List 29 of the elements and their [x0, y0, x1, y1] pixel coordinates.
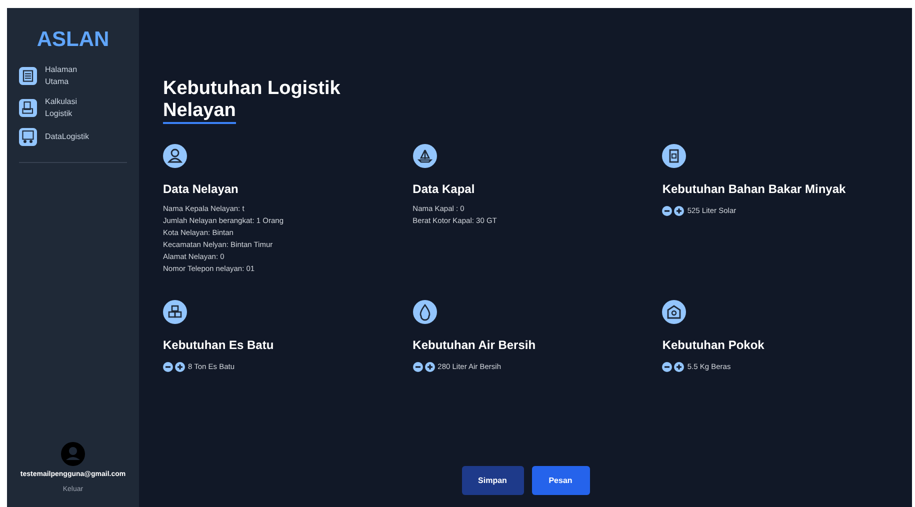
page-title-highlight: Nelayan: [163, 100, 236, 124]
fuel-can-icon: [662, 144, 686, 168]
ice-cubes-icon: [163, 300, 187, 324]
minus-icon[interactable]: [412, 362, 423, 372]
avatar-icon: [61, 442, 85, 466]
minus-icon[interactable]: [662, 206, 672, 216]
sidebar-item[interactable]: Halaman Utama: [19, 64, 127, 88]
plus-icon[interactable]: [674, 362, 684, 372]
plus-icon[interactable]: [175, 362, 185, 372]
sidebar-item[interactable]: Kalkulasi Logistik: [19, 96, 127, 120]
card-title: Kebutuhan Es Batu: [163, 337, 275, 354]
page-title: Kebutuhan Logistik: [163, 78, 342, 100]
boat-icon: [412, 144, 437, 168]
action-button[interactable]: Simpan: [462, 466, 524, 495]
plus-icon[interactable]: [674, 206, 684, 216]
brand-logo: ASLAN: [36, 27, 110, 53]
card-title: Kebutuhan Air Bersih: [412, 337, 537, 354]
minus-icon[interactable]: [163, 362, 173, 372]
card-title: Kebutuhan Pokok: [662, 337, 766, 354]
water-drop-icon: [412, 300, 437, 324]
minus-icon[interactable]: [662, 362, 672, 372]
card-title: Data Kapal: [412, 181, 476, 198]
person-icon: [163, 144, 187, 168]
card-title: Data Nelayan: [163, 181, 240, 198]
card-title: Kebutuhan Bahan Bakar Minyak: [662, 181, 847, 198]
plus-icon[interactable]: [424, 362, 435, 372]
sidebar-item[interactable]: DataLogistik: [19, 128, 127, 146]
action-button[interactable]: Pesan: [532, 466, 590, 495]
storehouse-icon: [662, 300, 686, 324]
